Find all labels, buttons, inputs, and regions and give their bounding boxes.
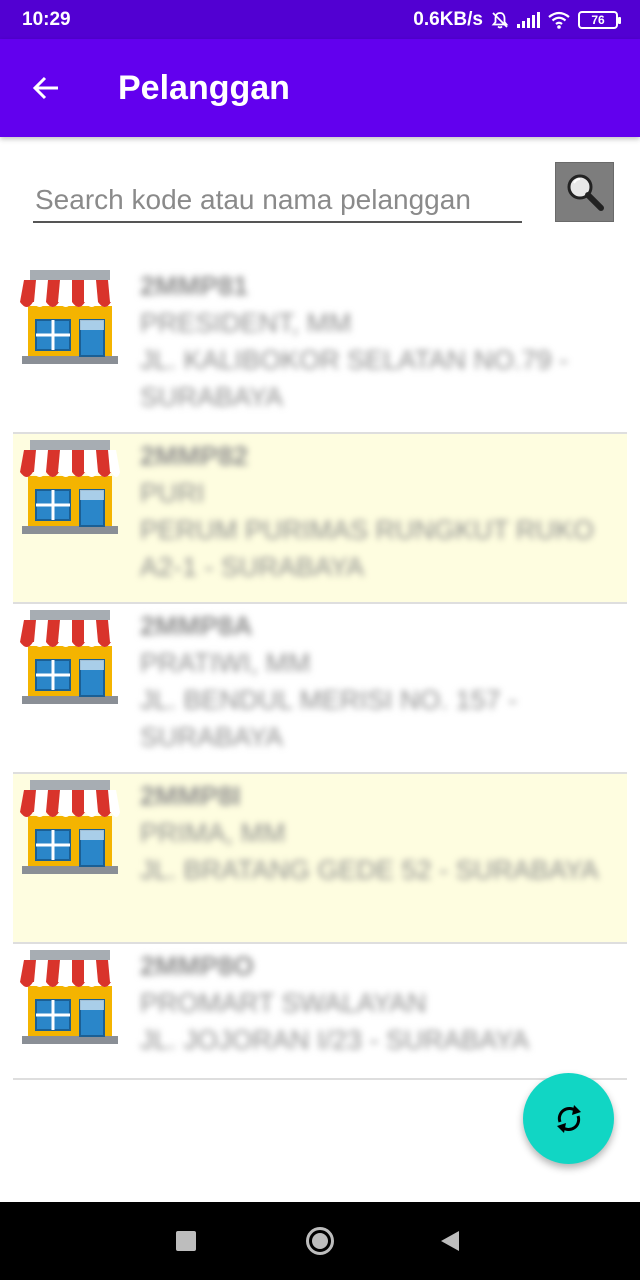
customer-details: 2MMP8A PRATIWI, MM JL. BENDUL MERISI NO. 1… [140,608,617,756]
customer-address: PERUM PURIMAS RUNGKUT RUKO A2-1 - SURABA… [140,515,595,582]
customer-list: 2MMP81 PRESIDENT, MM JL. KALIBOKOR SELATAN… [13,264,627,1080]
customer-row[interactable]: 2MMP81 PRESIDENT, MM JL. KALIBOKOR SELATAN… [13,264,627,434]
status-time: 10:29 [22,8,71,30]
recents-button[interactable] [146,1202,226,1280]
customer-code: 2MMP81 [140,271,249,301]
customer-row[interactable]: 2MMP82 PURI PERUM PURIMAS RUNGKUT RUKO A2-… [13,434,627,604]
page-title: Pelanggan [118,68,290,107]
store-icon [18,610,122,708]
mute-bell-icon [491,11,509,28]
customer-code: 2MMP8I [140,781,241,811]
back-button[interactable] [0,39,92,137]
search-input[interactable] [33,178,522,223]
store-icon [18,780,122,878]
customer-row[interactable]: 2MMP8O PROMART SWALAYAN JL. JOJORAN I/23 -… [13,944,627,1080]
customer-row[interactable]: 2MMP8A PRATIWI, MM JL. BENDUL MERISI NO. 1… [13,604,627,774]
back-nav-button[interactable] [410,1202,490,1280]
wifi-icon [548,11,570,29]
status-icons: 0.6KB/s 76 [413,8,621,31]
home-button[interactable] [280,1202,360,1280]
customer-name: PURI [140,478,205,508]
store-icon [18,270,122,368]
customer-details: 2MMP81 PRESIDENT, MM JL. KALIBOKOR SELATAN… [140,268,617,416]
network-speed: 0.6KB/s [413,8,483,30]
magnifier-icon [567,174,604,211]
customer-address: JL. BRATANG GEDE 52 - SURABAYA [140,855,599,885]
customer-code: 2MMP82 [140,441,249,471]
customer-details: 2MMP8O PROMART SWALAYAN JL. JOJORAN I/23 -… [140,948,617,1059]
store-icon [18,950,122,1048]
battery-icon: 76 [578,10,621,29]
customer-details: 2MMP8I PRIMA, MM JL. BRATANG GEDE 52 - SUR… [140,778,617,889]
signal-icon [517,11,540,28]
customer-details: 2MMP82 PURI PERUM PURIMAS RUNGKUT RUKO A2-… [140,438,617,586]
customer-address: JL. BENDUL MERISI NO. 157 - SURABAYA [140,685,518,752]
customer-name: PRIMA, MM [140,818,286,848]
customer-code: 2MMP8O [140,951,255,981]
customer-code: 2MMP8A [140,611,253,641]
search-button[interactable] [555,162,614,222]
app-bar: Pelanggan [0,39,640,137]
customer-address: JL. KALIBOKOR SELATAN NO.79 - SURABAYA [140,345,569,412]
customer-name: PRESIDENT, MM [140,308,352,338]
home-circle-icon [306,1227,334,1255]
customer-row[interactable]: 2MMP8I PRIMA, MM JL. BRATANG GEDE 52 - SUR… [13,774,627,944]
back-triangle-icon [441,1231,459,1251]
refresh-button[interactable] [523,1073,614,1164]
battery-level: 76 [591,12,605,27]
store-icon [18,440,122,538]
customer-name: PRATIWI, MM [140,648,311,678]
recents-square-icon [176,1231,196,1251]
customer-address: JL. JOJORAN I/23 - SURABAYA [140,1025,530,1055]
refresh-icon [556,1104,581,1133]
search-row [0,160,640,230]
arrow-left-icon [32,76,58,100]
customer-name: PROMART SWALAYAN [140,988,427,1018]
status-bar: 10:29 0.6KB/s 76 [0,0,640,39]
system-nav-bar [0,1202,640,1280]
